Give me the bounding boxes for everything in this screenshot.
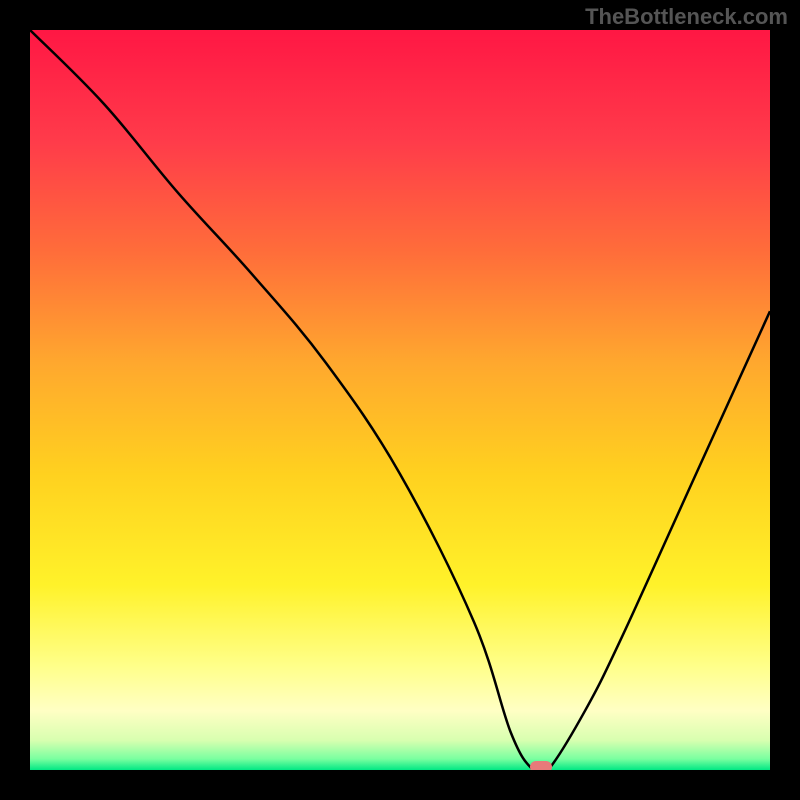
watermark-text: TheBottleneck.com bbox=[585, 4, 788, 30]
optimal-marker bbox=[530, 761, 552, 770]
plot-area bbox=[30, 30, 770, 770]
bottleneck-curve bbox=[30, 30, 770, 770]
